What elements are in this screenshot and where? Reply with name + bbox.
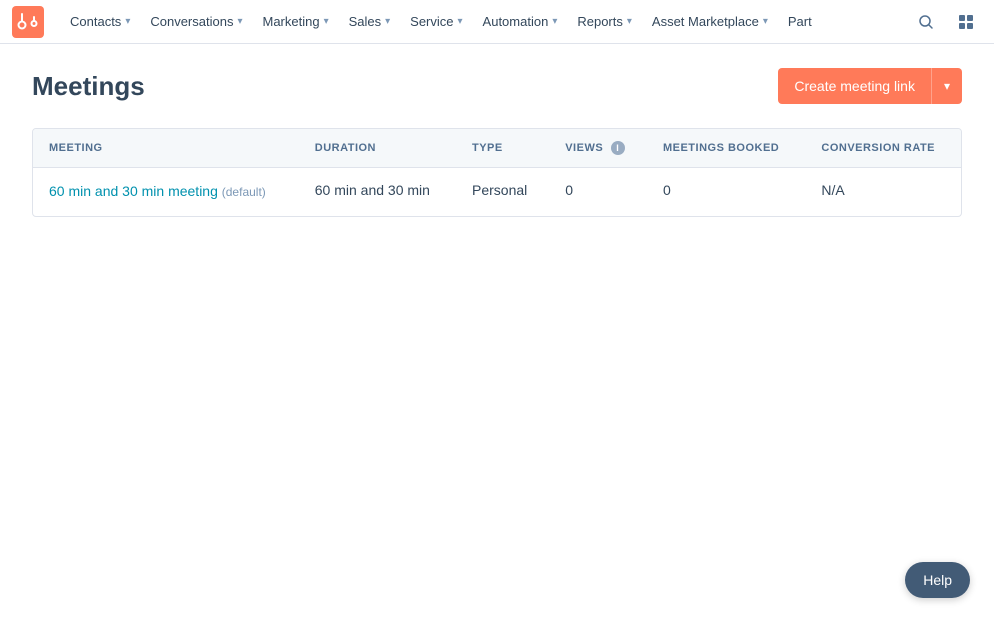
duration-cell: 60 min and 30 min xyxy=(299,168,456,216)
col-header-meetings-booked: MEETINGS BOOKED xyxy=(647,129,805,168)
meeting-name-link[interactable]: 60 min and 30 min meeting xyxy=(49,183,222,199)
page-title: Meetings xyxy=(32,71,145,102)
chevron-down-icon: ▾ xyxy=(763,16,768,27)
chevron-down-icon: ▾ xyxy=(385,16,390,27)
conversion-rate-cell: N/A xyxy=(805,168,961,216)
meeting-name-cell: 60 min and 30 min meeting (default) xyxy=(33,168,299,216)
table-header-row: MEETING DURATION TYPE VIEWS i MEETINGS B… xyxy=(33,129,961,168)
chevron-down-icon: ▾ xyxy=(125,16,130,27)
nav-item-service[interactable]: Service ▾ xyxy=(400,0,472,43)
col-header-views: VIEWS i xyxy=(549,129,647,168)
chevron-down-icon: ▾ xyxy=(324,16,329,27)
col-header-meeting: MEETING xyxy=(33,129,299,168)
search-button[interactable] xyxy=(910,6,942,38)
meeting-default-badge: (default) xyxy=(222,185,266,199)
meetings-table: MEETING DURATION TYPE VIEWS i MEETINGS B… xyxy=(33,129,961,216)
chevron-down-icon: ▾ xyxy=(627,16,632,27)
nav-item-contacts[interactable]: Contacts ▾ xyxy=(60,0,140,43)
table-row: 60 min and 30 min meeting (default) 60 m… xyxy=(33,168,961,216)
navbar: Contacts ▾ Conversations ▾ Marketing ▾ S… xyxy=(0,0,994,44)
col-header-duration: DURATION xyxy=(299,129,456,168)
chevron-down-icon: ▾ xyxy=(458,16,463,27)
chevron-down-icon: ▾ xyxy=(552,16,557,27)
help-button[interactable]: Help xyxy=(905,562,970,598)
nav-item-sales[interactable]: Sales ▾ xyxy=(339,0,401,43)
create-btn-dropdown-arrow[interactable]: ▾ xyxy=(932,69,962,103)
nav-right xyxy=(910,6,982,38)
meetings-booked-cell: 0 xyxy=(647,168,805,216)
nav-item-automation[interactable]: Automation ▾ xyxy=(473,0,568,43)
nav-item-part[interactable]: Part xyxy=(778,0,822,43)
grid-icon-button[interactable] xyxy=(950,6,982,38)
main-content: Meetings Create meeting link ▾ MEETING D… xyxy=(0,44,994,241)
hubspot-logo[interactable] xyxy=(12,6,44,38)
type-cell: Personal xyxy=(456,168,549,216)
help-label: Help xyxy=(923,572,952,588)
chevron-down-icon: ▾ xyxy=(237,16,242,27)
col-header-conversion-rate: CONVERSION RATE xyxy=(805,129,961,168)
nav-item-reports[interactable]: Reports ▾ xyxy=(567,0,642,43)
views-cell: 0 xyxy=(549,168,647,216)
col-header-type: TYPE xyxy=(456,129,549,168)
meetings-table-container: MEETING DURATION TYPE VIEWS i MEETINGS B… xyxy=(32,128,962,217)
create-meeting-link-button[interactable]: Create meeting link ▾ xyxy=(778,68,962,104)
nav-items: Contacts ▾ Conversations ▾ Marketing ▾ S… xyxy=(60,0,910,43)
views-info-icon[interactable]: i xyxy=(611,141,625,155)
page-header: Meetings Create meeting link ▾ xyxy=(32,68,962,104)
nav-item-asset-marketplace[interactable]: Asset Marketplace ▾ xyxy=(642,0,778,43)
nav-item-conversations[interactable]: Conversations ▾ xyxy=(140,0,252,43)
nav-item-marketing[interactable]: Marketing ▾ xyxy=(252,0,338,43)
create-meeting-link-label: Create meeting link xyxy=(778,68,932,104)
